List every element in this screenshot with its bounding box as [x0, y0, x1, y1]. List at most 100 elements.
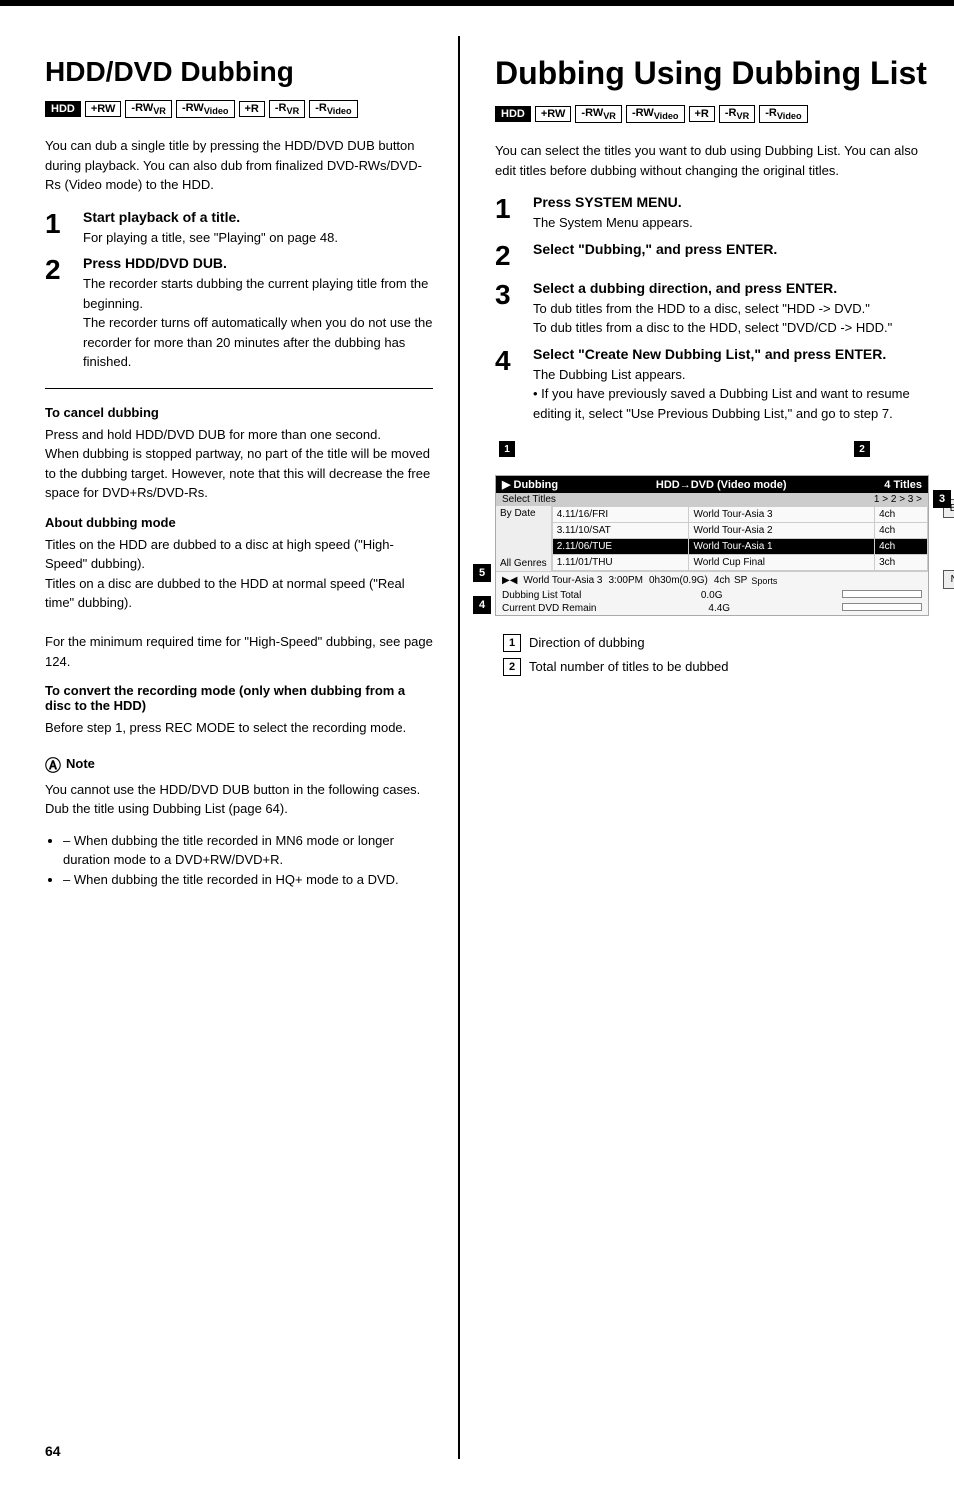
filter-all-genres[interactable]: All Genres: [500, 558, 547, 569]
callout-2-text: Total number of titles to be dubbed: [529, 658, 929, 676]
row-2-title: World Tour-Asia 2: [689, 523, 875, 539]
right-step-4-number: 4: [495, 346, 527, 377]
diagram-titles-count: 4 Titles: [884, 479, 922, 491]
convert-mode-text: Before step 1, press REC MODE to select …: [45, 718, 433, 738]
right-badge-rwvr: -RWVR: [575, 105, 622, 123]
right-badge-rvideo: -RVideo: [759, 105, 807, 123]
diagram-page-info: 1 > 2 > 3 >: [874, 494, 922, 505]
badge-hdd: HDD: [45, 101, 81, 117]
note-icon: Ⓐ: [45, 752, 61, 776]
remain-progress-bar: [842, 603, 922, 611]
right-badge-rvr: -RVR: [719, 105, 755, 123]
badge-rvideo: -RVideo: [309, 100, 357, 118]
right-step-1-desc: The System Menu appears.: [533, 213, 929, 233]
convert-mode-title: To convert the recording mode (only when…: [45, 683, 433, 713]
diag-callout-5: 5: [473, 564, 491, 582]
right-step-4: 4 Select "Create New Dubbing List," and …: [495, 346, 929, 424]
right-step-1-number: 1: [495, 194, 527, 225]
remain-value: 4.4G: [708, 603, 730, 614]
right-step-2: 2 Select "Dubbing," and press ENTER.: [495, 241, 929, 272]
right-step-1-title: Press SYSTEM MENU.: [533, 194, 929, 210]
row-1-title: World Tour-Asia 3: [689, 507, 875, 523]
left-step-1: 1 Start playback of a title. For playing…: [45, 209, 433, 248]
table-row-selected: 2.11/06/TUE World Tour-Asia 1 4ch: [552, 539, 927, 555]
callout-2-row: 2 Total number of titles to be dubbed: [503, 658, 929, 676]
diagram-top-bar: ▶ Dubbing HDD→DVD (Video mode) 4 Titles: [496, 476, 928, 493]
badge-rwvideo: -RWVideo: [176, 100, 235, 118]
next-button[interactable]: Next: [943, 570, 954, 589]
right-step-1: 1 Press SYSTEM MENU. The System Menu app…: [495, 194, 929, 233]
cancel-dubbing-text: Press and hold HDD/DVD DUB for more than…: [45, 425, 433, 503]
page-number: 64: [45, 1443, 61, 1459]
arrow-up-icon: ▲: [943, 524, 954, 540]
selected-icon: ▶◀: [502, 575, 517, 586]
note-title: Note: [66, 756, 95, 771]
callout-1-row: 1 Direction of dubbing: [503, 634, 929, 652]
right-badges: HDD +RW -RWVR -RWVideo +R -RVR -RVideo: [495, 105, 929, 127]
selected-ch: 4ch: [714, 575, 730, 586]
diag-callout-1-badge: 1: [499, 441, 515, 457]
selected-duration: 0h30m(0.9G): [649, 575, 708, 586]
dubbing-mode-text: Titles on the HDD are dubbed to a disc a…: [45, 535, 433, 672]
diag-callout-2-badge: 2: [854, 441, 870, 457]
diagram-container: 1 2 ▶ Dubbing HDD→DVD (Video mode) 4 Tit…: [495, 441, 929, 616]
diagram-select-label: Select Titles: [502, 494, 556, 505]
callout-1-badge: 1: [503, 634, 521, 652]
diagram-list: 4.11/16/FRI World Tour-Asia 3 4ch 3.11/1…: [552, 506, 928, 571]
right-badge-rwvideo: -RWVideo: [626, 105, 685, 123]
right-badge-rw: +RW: [535, 106, 572, 122]
diagram-filter-col: By Date All Genres: [496, 506, 552, 571]
right-step-3: 3 Select a dubbing direction, and press …: [495, 280, 929, 338]
left-badges: HDD +RW -RWVR -RWVideo +R -RVR -RVideo: [45, 100, 433, 122]
row-2-ch: 4ch: [875, 523, 928, 539]
row-4-ch: 3ch: [875, 555, 928, 571]
cancel-dubbing-title: To cancel dubbing: [45, 405, 433, 420]
selected-time: 3:00PM: [609, 575, 643, 586]
row-3-ch: 4ch: [875, 539, 928, 555]
note-bullet-1: – When dubbing the title recorded in MN6…: [63, 831, 433, 870]
step-2-number: 2: [45, 255, 77, 286]
callout-2-badge: 2: [503, 658, 521, 676]
step-2-desc: The recorder starts dubbing the current …: [83, 274, 433, 372]
filter-by-date[interactable]: By Date: [500, 508, 547, 519]
table-row: 3.11/10/SAT World Tour-Asia 2 4ch: [552, 523, 927, 539]
row-1-ch: 4ch: [875, 507, 928, 523]
note-bullets: – When dubbing the title recorded in MN6…: [45, 831, 433, 890]
badge-rvr: -RVR: [269, 100, 305, 118]
diagram-table-container: By Date All Genres 4.11/16/FRI World Tou…: [496, 506, 928, 571]
diagram-select-row: Select Titles 1 > 2 > 3 >: [496, 493, 928, 506]
right-section-title: Dubbing Using Dubbing List: [495, 56, 929, 91]
diagram-footer-remain: Current DVD Remain 4.4G: [496, 602, 928, 615]
total-progress-bar: [842, 590, 922, 598]
dubbing-mode-title: About dubbing mode: [45, 515, 433, 530]
note-bullet-2: – When dubbing the title recorded in HQ+…: [63, 870, 433, 890]
arrow-down-icon: ▼: [943, 548, 954, 564]
diagram-footer-total: Dubbing List Total 0.0G: [496, 589, 928, 602]
row-3-title: World Tour-Asia 1: [689, 539, 875, 555]
selected-mode: SP: [734, 575, 747, 586]
divider: [45, 388, 433, 389]
total-label: Dubbing List Total: [502, 590, 581, 601]
selected-category: Sports: [751, 576, 777, 586]
step-2-title: Press HDD/DVD DUB.: [83, 255, 433, 271]
diagram-dubbing-label: ▶ Dubbing: [502, 478, 558, 491]
total-value: 0.0G: [701, 590, 723, 601]
step-1-number: 1: [45, 209, 77, 240]
callout-1-text: Direction of dubbing: [529, 634, 929, 652]
badge-rwvr: -RWVR: [125, 100, 172, 118]
step-1-desc: For playing a title, see "Playing" on pa…: [83, 228, 433, 248]
selected-title: World Tour-Asia 3: [523, 575, 602, 586]
diag-callout-3: 3: [933, 490, 951, 508]
left-intro: You can dub a single title by pressing t…: [45, 136, 433, 195]
badge-r: +R: [239, 101, 265, 117]
row-4-date: 1.11/01/THU: [552, 555, 689, 571]
badge-rw: +RW: [85, 101, 122, 117]
right-step-3-number: 3: [495, 280, 527, 311]
diagram-panel: ▶ Dubbing HDD→DVD (Video mode) 4 Titles …: [495, 475, 929, 616]
row-4-title: World Cup Final: [689, 555, 875, 571]
note-text: You cannot use the HDD/DVD DUB button in…: [45, 780, 433, 819]
row-1-date: 4.11/16/FRI: [552, 507, 689, 523]
right-badge-hdd: HDD: [495, 106, 531, 122]
right-step-2-title: Select "Dubbing," and press ENTER.: [533, 241, 929, 257]
right-step-3-desc: To dub titles from the HDD to a disc, se…: [533, 299, 929, 338]
